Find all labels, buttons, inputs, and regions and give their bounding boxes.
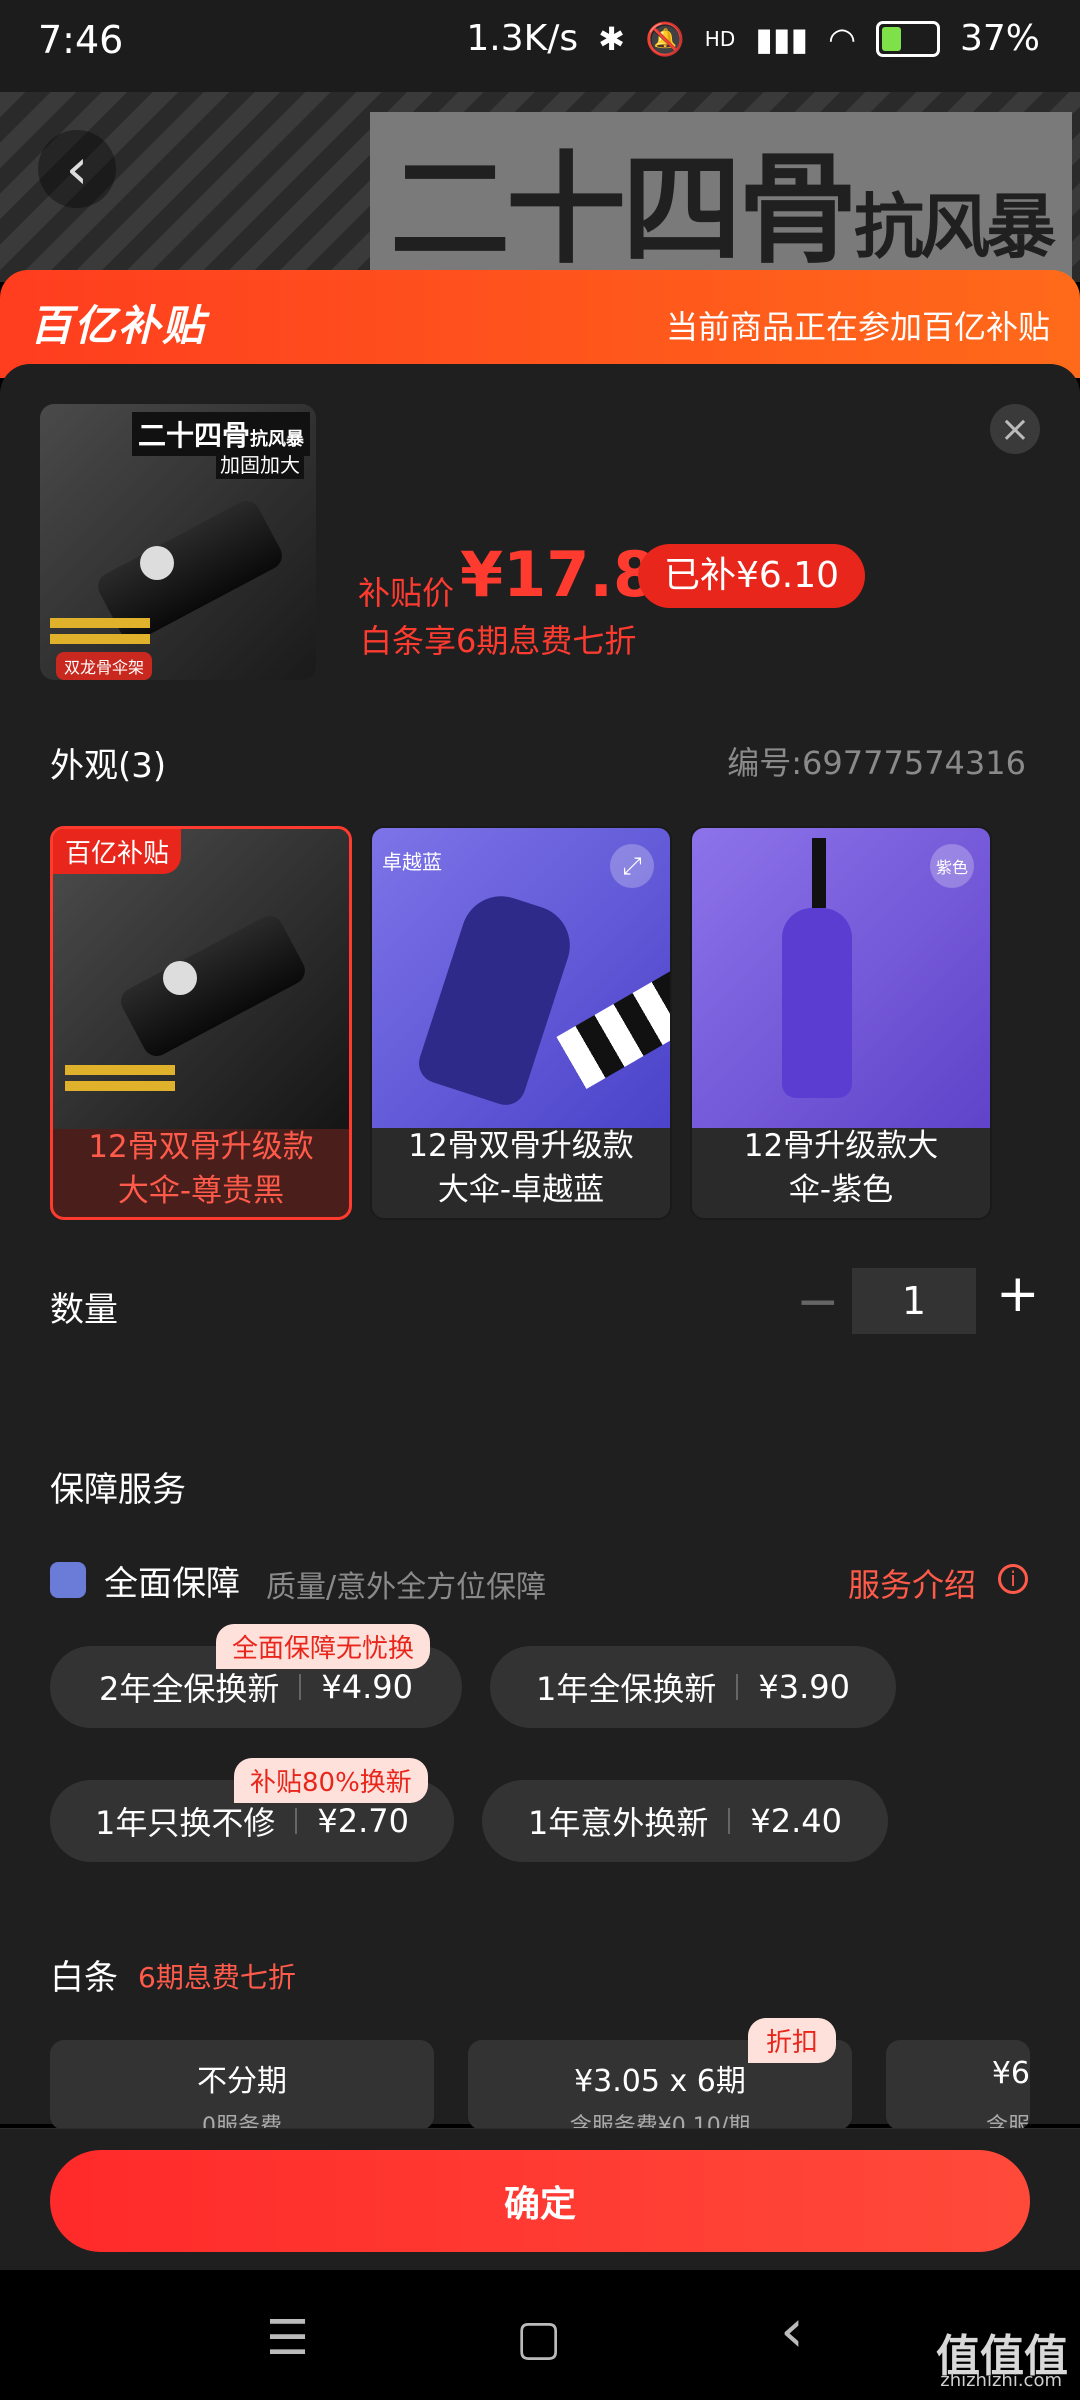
back-nav-icon[interactable]: ‹ [780, 2296, 804, 2366]
frame-stripe [50, 634, 150, 644]
brand-mark-icon [163, 961, 197, 995]
watermark-url: zhizhizhi.com [940, 2370, 1062, 2391]
quantity-input[interactable]: 1 [852, 1268, 976, 1334]
guarantee-option-badge: 全面保障无忧换 [216, 1624, 431, 1669]
battery-percent: 37% [959, 18, 1040, 59]
guarantee-item-title: 全面保障 [104, 1564, 240, 1604]
quantity-increase-button[interactable]: + [996, 1264, 1040, 1324]
frame-stripe [65, 1081, 175, 1091]
background-product-page: 二十四骨抗风暴 ‹ [0, 92, 1080, 282]
plan-fee: 0服务费 [202, 2114, 282, 2130]
installment-plan[interactable]: 不分期 0服务费 [50, 2040, 434, 2130]
network-speed: 1.3K/s [466, 18, 579, 59]
guarantee-option-badge: 补贴80%换新 [234, 1758, 428, 1803]
frame-stripe [65, 1065, 175, 1075]
mute-icon: 🔕 [644, 19, 685, 58]
menu-icon[interactable]: ☰ [266, 2310, 309, 2366]
expand-icon[interactable]: ⤢ [610, 844, 654, 888]
option-image [53, 829, 349, 1129]
shield-bag-icon [50, 1562, 86, 1598]
option-label: 12骨升级款大 伞-紫色 [743, 1128, 939, 1208]
product-thumbnail[interactable]: 二十四骨抗风暴 加固加大 双龙骨伞架 [40, 404, 316, 680]
baitiao-title: 白条 [50, 1958, 118, 1998]
guarantee-option-name: 1年意外换新 [528, 1804, 709, 1842]
service-intro-link[interactable]: 服务介绍 [848, 1560, 976, 1606]
close-icon: × [999, 408, 1031, 450]
guarantee-option-name: 1年只换不修 [95, 1804, 276, 1842]
guarantee-title: 保障服务 [50, 1470, 186, 1510]
guarantee-option-name: 1年全保换新 [536, 1670, 717, 1708]
subsidy-amount-badge: 已补¥6.10 [638, 544, 866, 608]
plan-title: ¥6 [991, 2056, 1030, 2091]
status-time: 7:46 [38, 18, 124, 62]
option-label: 12骨双骨升级款 大伞-尊贵黑 [88, 1129, 314, 1209]
guarantee-option-price: ¥4.90 [321, 1668, 413, 1706]
option-purple[interactable]: 紫色 12骨升级款大 伞-紫色 [690, 826, 992, 1220]
battery-level [881, 26, 901, 51]
option-label: 12骨双骨升级款 大伞-卓越蓝 [408, 1128, 634, 1208]
quantity-title: 数量 [50, 1290, 118, 1330]
umbrella-handle-graphic [116, 911, 310, 1061]
expand-icon[interactable]: 紫色 [930, 844, 974, 888]
umbrella-handle-graphic [812, 838, 826, 908]
hd-badge: HD [704, 26, 736, 51]
umbrella-graphic [782, 908, 852, 1098]
subsidy-price-label: 补贴价 [358, 574, 455, 612]
plan-fee: 含服 [985, 2114, 1030, 2130]
divider [728, 1808, 731, 1834]
option-blue[interactable]: 卓越蓝 ⤢ 12骨双骨升级款 大伞-卓越蓝 [370, 826, 672, 1220]
installment-plan[interactable]: ¥6 含服 [886, 2040, 1030, 2130]
close-button[interactable]: × [990, 404, 1040, 454]
divider [295, 1808, 298, 1834]
baitiao-promo-note: 白条享6期息费七折 [360, 622, 637, 660]
option-black[interactable]: 百亿补贴 12骨双骨升级款 大伞-尊贵黑 [50, 826, 352, 1220]
guarantee-option-name: 2年全保换新 [99, 1670, 280, 1708]
guarantee-option-price: ¥2.40 [750, 1802, 842, 1840]
info-icon[interactable]: i [998, 1564, 1028, 1594]
guarantee-option-price: ¥2.70 [317, 1802, 409, 1840]
appearance-title: 外观(3) [50, 746, 167, 786]
clapper-graphic [556, 967, 670, 1089]
discount-badge: 折扣 [748, 2018, 837, 2063]
signal-icon: ▮▮▮ [755, 19, 809, 58]
back-icon[interactable]: ‹ [38, 130, 116, 208]
baitiao-subtitle: 6期息费七折 [138, 1961, 296, 1994]
guarantee-item-subtitle: 质量/意外全方位保障 [266, 1570, 547, 1605]
subsidy-tag: 百亿补贴 [53, 829, 182, 874]
bluetooth-icon: ✱ [598, 19, 625, 58]
quantity-decrease-button[interactable]: − [796, 1272, 840, 1332]
option-name-overlay: 卓越蓝 [382, 850, 442, 874]
divider [736, 1674, 739, 1700]
battery-icon [875, 20, 940, 57]
subsidy-logo: 百亿补贴 [30, 301, 207, 350]
subsidy-banner: 百亿补贴 当前商品正在参加百亿补贴 [0, 270, 1080, 378]
guarantee-option[interactable]: 1年全保换新 ¥3.90 [490, 1646, 896, 1728]
divider [299, 1674, 302, 1700]
confirm-button[interactable]: 确定 [50, 2150, 1030, 2252]
wifi-icon: ◠ [828, 19, 856, 58]
guarantee-option-price: ¥3.90 [758, 1668, 850, 1706]
subsidy-banner-text: 当前商品正在参加百亿补贴 [665, 308, 1050, 346]
umbrella-graphic [413, 885, 581, 1111]
frame-stripe [50, 618, 150, 628]
guarantee-option[interactable]: 1年意外换新 ¥2.40 [482, 1780, 888, 1862]
thumb-tag: 双龙骨伞架 [56, 652, 153, 680]
home-icon[interactable]: ▢ [516, 2310, 561, 2366]
status-right: 1.3K/s ✱ 🔕 HD ▮▮▮ ◠ 37% [466, 18, 1040, 59]
product-sku: 编号:69777574316 [727, 744, 1026, 782]
plan-fee: 含服务费¥0.10/期 [569, 2114, 751, 2130]
brand-mark-icon [140, 546, 174, 580]
thumb-subtitle: 加固加大 [216, 448, 304, 479]
background-title: 二十四骨抗风暴 [370, 112, 1072, 282]
plan-title: 不分期 [197, 2064, 287, 2099]
